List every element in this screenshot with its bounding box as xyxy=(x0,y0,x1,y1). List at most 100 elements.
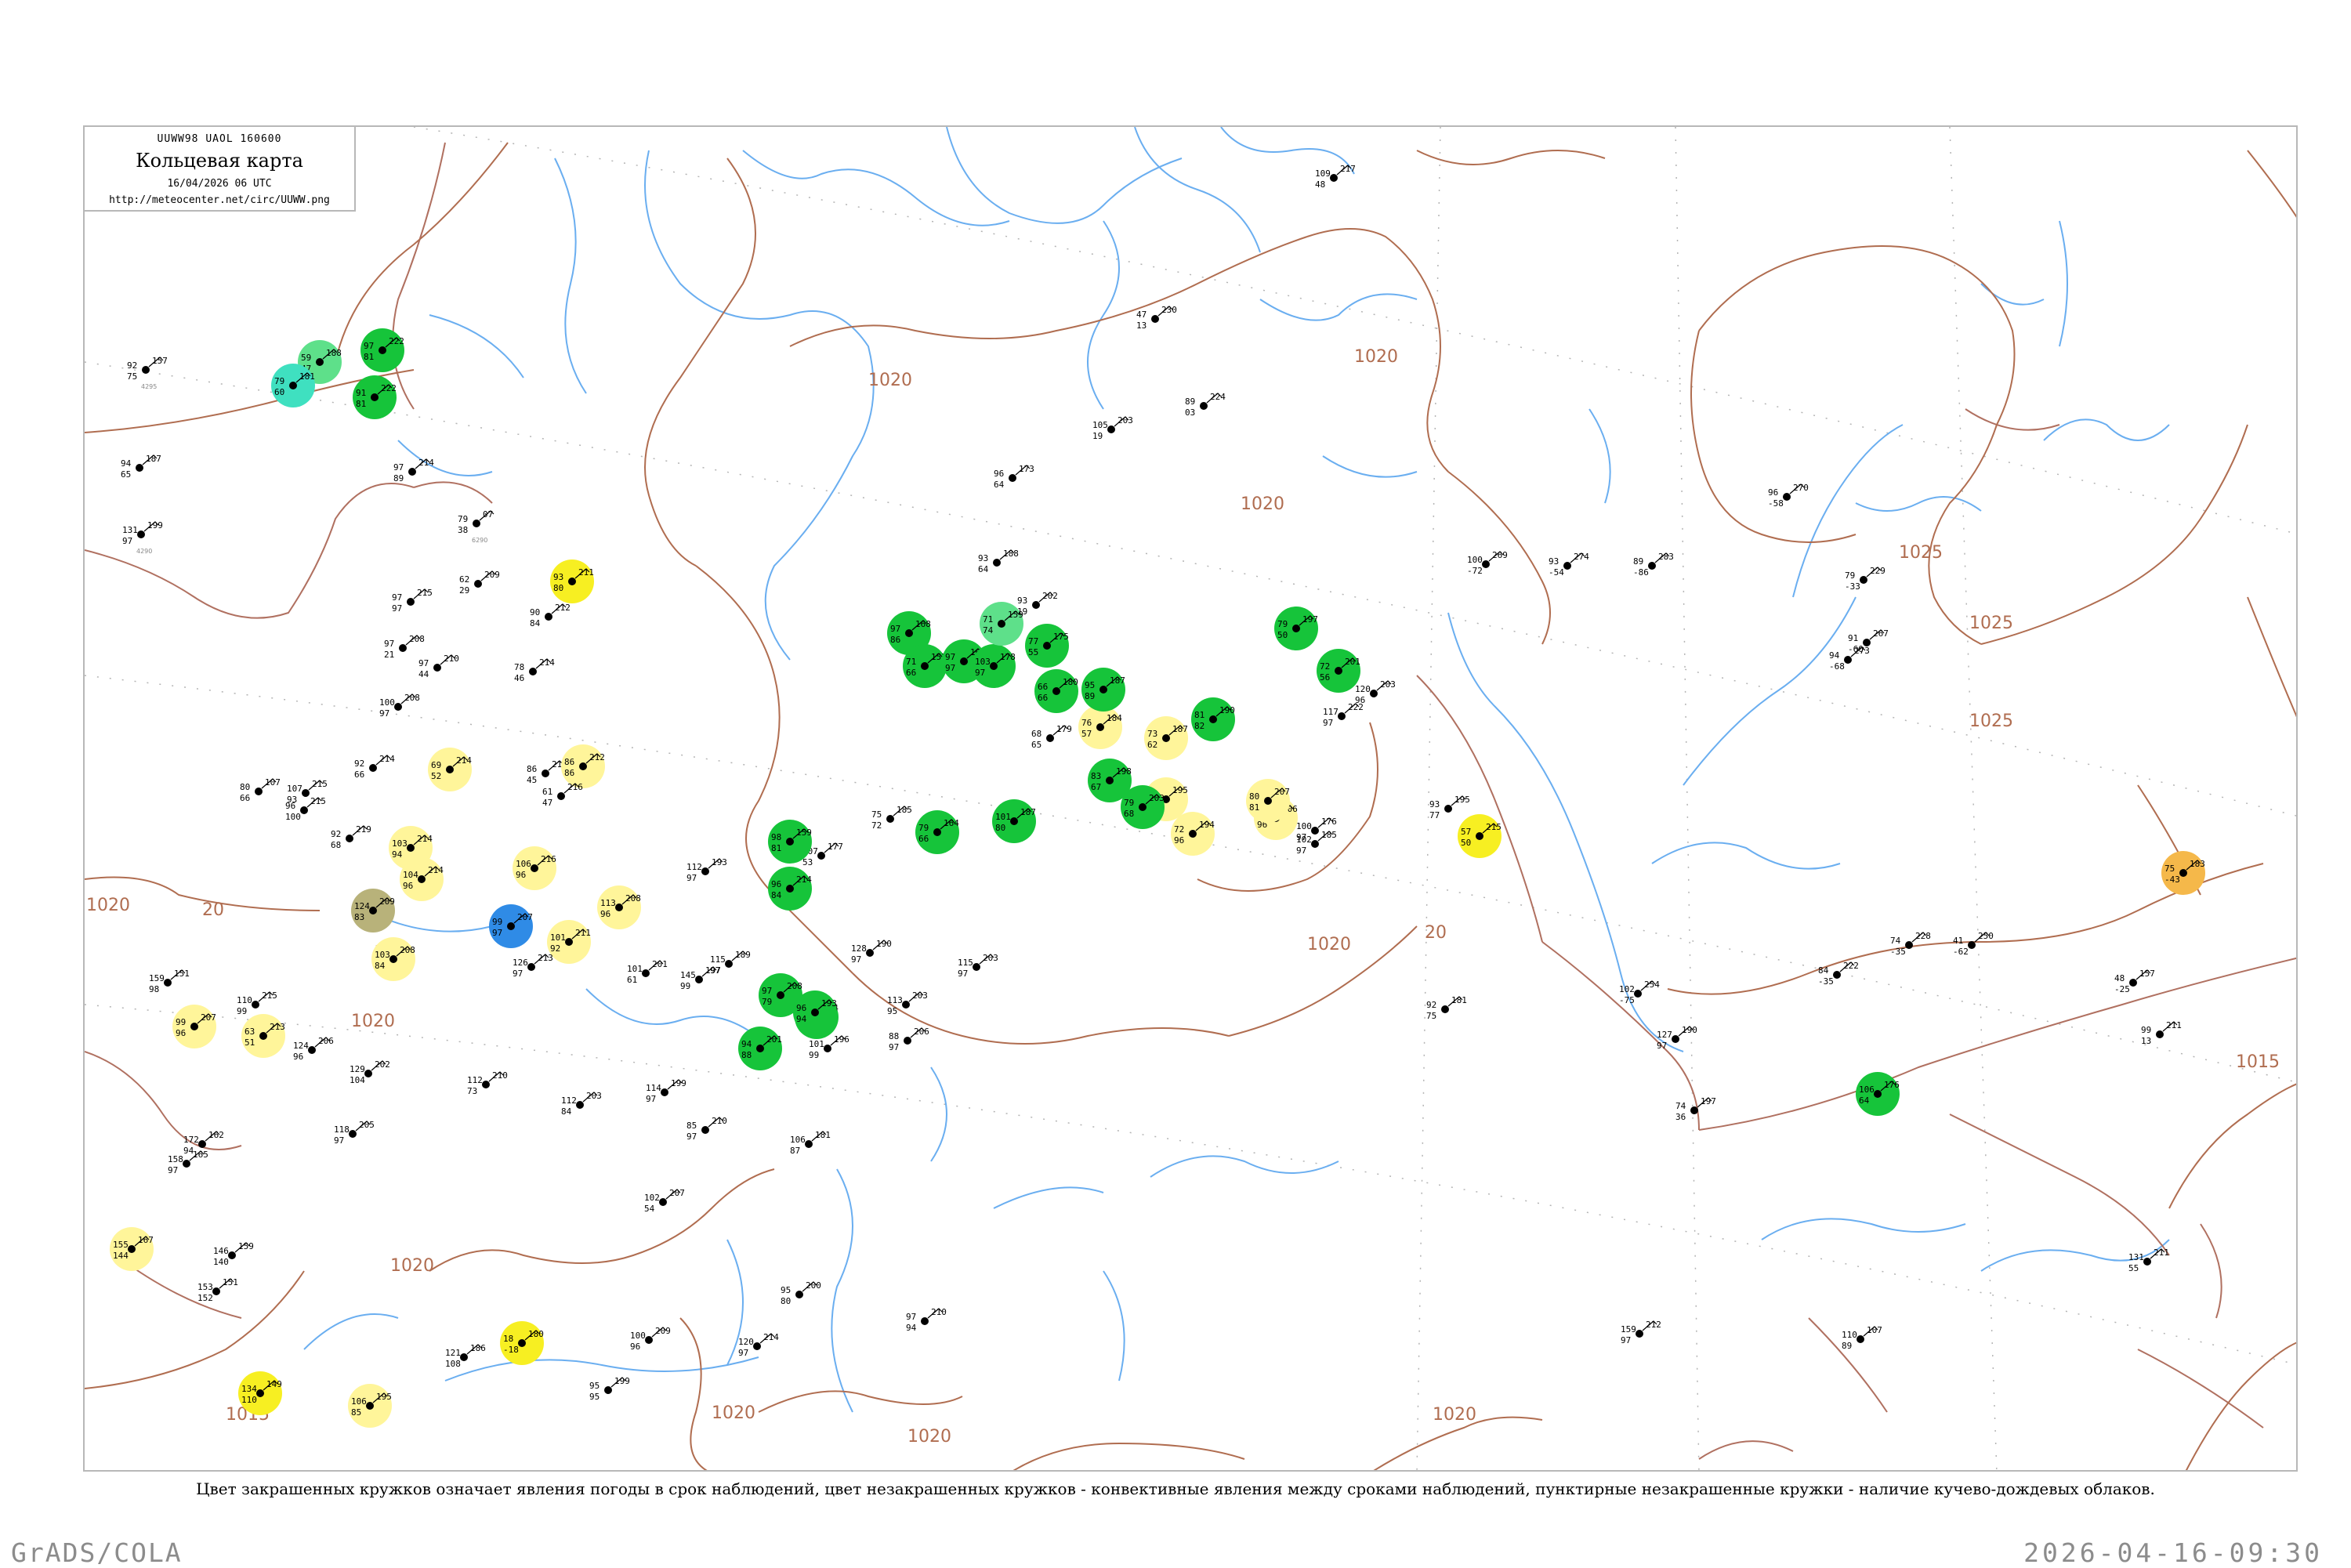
station-s98[interactable]: 95 187 89 xyxy=(1081,668,1125,712)
station-s54[interactable]: 100 209 96 xyxy=(630,1326,671,1352)
station-s106[interactable]: 93 195 77 xyxy=(1429,795,1470,820)
station-s87[interactable]: 76 184 57 xyxy=(1078,705,1122,749)
station-s1[interactable]: 97 222 81 xyxy=(360,328,404,372)
station-s90[interactable]: 72 194 96 xyxy=(1171,812,1215,856)
station-s53[interactable]: 95 199 95 xyxy=(589,1376,630,1402)
station-s107[interactable]: 57 215 50 xyxy=(1458,814,1502,858)
station-s130[interactable]: 127 190 97 xyxy=(1657,1025,1697,1051)
station-s16[interactable]: 100 208 97 xyxy=(379,693,420,719)
station-s36[interactable]: 159 151 98 xyxy=(149,969,190,994)
station-s29[interactable]: 104 214 96 xyxy=(400,857,444,901)
station-s104[interactable]: 117 22297 xyxy=(1323,702,1364,728)
station-s102[interactable]: 79 197 50 xyxy=(1274,607,1318,650)
station-s3[interactable]: 79 181 60 xyxy=(271,364,315,407)
station-s71[interactable]: 128 190 97 xyxy=(851,939,892,965)
station-s76[interactable]: 106 181 87 xyxy=(790,1130,831,1156)
station-s82[interactable]: 103 178 97 xyxy=(972,644,1016,688)
station-s83[interactable]: 77 175 55 xyxy=(1025,624,1069,668)
station-s114[interactable]: 47 230 13 xyxy=(1136,305,1177,331)
station-s95[interactable]: 75 185 72 xyxy=(871,805,912,831)
station-s86[interactable]: 68 179 65 xyxy=(1031,724,1072,750)
station-s113[interactable]: 89 224 03 xyxy=(1185,392,1226,418)
station-s99[interactable]: 81 190 82 xyxy=(1191,697,1235,741)
station-s11[interactable]: 62 209 29 xyxy=(459,570,500,596)
station-s112[interactable]: 105 203 19 xyxy=(1092,415,1133,441)
station-s74[interactable]: 88 206 97 xyxy=(889,1027,929,1052)
station-s23[interactable]: 80 107 66 xyxy=(240,777,281,803)
station-s22[interactable]: 92 214 66 xyxy=(354,754,395,780)
station-s5[interactable]: 92 157 75 4295 xyxy=(127,356,168,390)
station-s12[interactable]: 97 215 97 xyxy=(392,588,433,614)
station-s132[interactable]: 106 176 64 xyxy=(1856,1072,1900,1116)
station-s18[interactable]: 69 214 52 xyxy=(428,748,472,791)
station-s58[interactable]: 95 200 80 xyxy=(781,1280,821,1306)
station-s115[interactable]: 109 217 48 xyxy=(1315,164,1356,190)
map-canvas[interactable]: 1020102010201020102010201020102010201020… xyxy=(85,127,2298,1472)
station-s80[interactable]: 71 15766 xyxy=(903,644,947,688)
station-s15[interactable]: 78 214 46 xyxy=(514,657,555,683)
station-s120[interactable]: 96 270 -58 xyxy=(1768,483,1809,509)
station-s108[interactable]: 92 181 75 xyxy=(1426,995,1467,1021)
station-s56[interactable]: 97 210 94 xyxy=(906,1307,947,1333)
station-s128[interactable]: 48 157 -25 xyxy=(2114,969,2155,994)
station-s101[interactable]: 79 203 68 xyxy=(1121,785,1165,829)
station-s17[interactable]: 97 210 44 xyxy=(418,654,459,679)
station-s135[interactable]: 159 212 97 xyxy=(1621,1320,1661,1345)
station-s40[interactable]: 124 206 96 xyxy=(293,1036,334,1062)
station-s116[interactable]: 102 254 -75 xyxy=(1619,980,1660,1005)
station-s62[interactable]: 101 201 61 xyxy=(627,959,668,985)
station-s26[interactable]: 92 219 68 xyxy=(331,824,371,850)
station-s32[interactable]: 113 208 96 xyxy=(597,885,641,929)
station-s52[interactable]: 121 186 108 xyxy=(445,1343,486,1369)
station-s64[interactable]: 96 214 84 xyxy=(768,867,812,911)
station-s47[interactable]: 146 159 140 xyxy=(213,1241,254,1267)
station-s35[interactable]: 126 213 97 xyxy=(513,953,553,979)
station-s31[interactable]: 99 207 97 xyxy=(489,904,533,948)
station-s84[interactable]: 66 180 66 xyxy=(1034,669,1078,713)
station-s119[interactable]: 89 283 -86 xyxy=(1633,552,1674,578)
station-s28[interactable]: 106 216 96 xyxy=(513,846,556,890)
station-s103[interactable]: 72 201 56 xyxy=(1317,649,1360,693)
station-s39[interactable]: 110 215 99 xyxy=(237,990,277,1016)
station-s123[interactable]: 79 229 -33 xyxy=(1845,566,1886,592)
station-s111[interactable]: 93 202 19 xyxy=(1017,591,1058,617)
station-s68[interactable]: 94 201 88 xyxy=(738,1027,782,1070)
station-s96[interactable]: 79 164 66 xyxy=(915,810,959,854)
station-s43[interactable]: 112 210 73 xyxy=(467,1070,508,1096)
station-s110[interactable]: 93 188 64 xyxy=(978,549,1019,574)
station-s13[interactable]: 90 212 84 xyxy=(530,603,571,628)
station-s34[interactable]: 101 21192 xyxy=(547,920,591,964)
station-s127[interactable]: 75 183 -43 xyxy=(2161,851,2205,895)
station-s49[interactable]: 134 149 110 xyxy=(238,1371,282,1415)
station-s7[interactable]: 131 199 97 4290 xyxy=(122,520,163,555)
station-s129[interactable]: 99 211 13 xyxy=(2141,1020,2182,1046)
station-s37[interactable]: 99 207 96 xyxy=(172,1005,216,1048)
station-s117[interactable]: 100 269 -72 xyxy=(1467,550,1508,576)
station-s50[interactable]: 106 195 85 xyxy=(348,1384,392,1428)
station-s118[interactable]: 93 274 -54 xyxy=(1549,552,1589,578)
station-s88[interactable]: 73 187 62 xyxy=(1144,716,1188,760)
station-s9[interactable]: 79 07 38 6290 xyxy=(458,509,494,544)
station-s60[interactable]: 112 203 84 xyxy=(561,1091,602,1117)
station-s124[interactable]: 84 222 -35 xyxy=(1818,961,1859,987)
station-s97[interactable]: 101 187 80 xyxy=(992,799,1036,843)
station-s134[interactable]: 131 211 55 xyxy=(2128,1248,2169,1273)
station-s48[interactable]: 153 151 152 xyxy=(197,1277,238,1303)
station-s6[interactable]: 94 187 65 xyxy=(121,454,161,480)
station-s42[interactable]: 129 202 104 xyxy=(350,1059,390,1085)
station-s72[interactable]: 115 203 97 xyxy=(958,953,998,979)
station-s73[interactable]: 113 203 95 xyxy=(887,990,928,1016)
station-s51[interactable]: 18 180 -18 xyxy=(500,1321,544,1365)
station-s59[interactable]: 114 199 97 xyxy=(646,1078,686,1104)
station-s63[interactable]: 112 193 97 xyxy=(686,857,727,883)
station-s67[interactable]: 96 193 94 xyxy=(793,990,837,1034)
station-s55[interactable]: 120 214 97 xyxy=(738,1332,779,1358)
station-s41[interactable]: 118 205 97 xyxy=(334,1120,375,1146)
station-s19[interactable]: 86 21545 xyxy=(527,759,567,785)
station-s30[interactable]: 124 209 83 xyxy=(351,889,395,932)
station-s21[interactable]: 61 216 47 xyxy=(542,782,583,808)
station-s109[interactable]: 96 173 64 xyxy=(994,464,1034,490)
station-s126[interactable]: 41 250 -62 xyxy=(1953,931,1994,957)
station-s38[interactable]: 63 213 51 xyxy=(241,1014,285,1058)
station-s78[interactable]: 98 159 81 xyxy=(768,820,812,864)
